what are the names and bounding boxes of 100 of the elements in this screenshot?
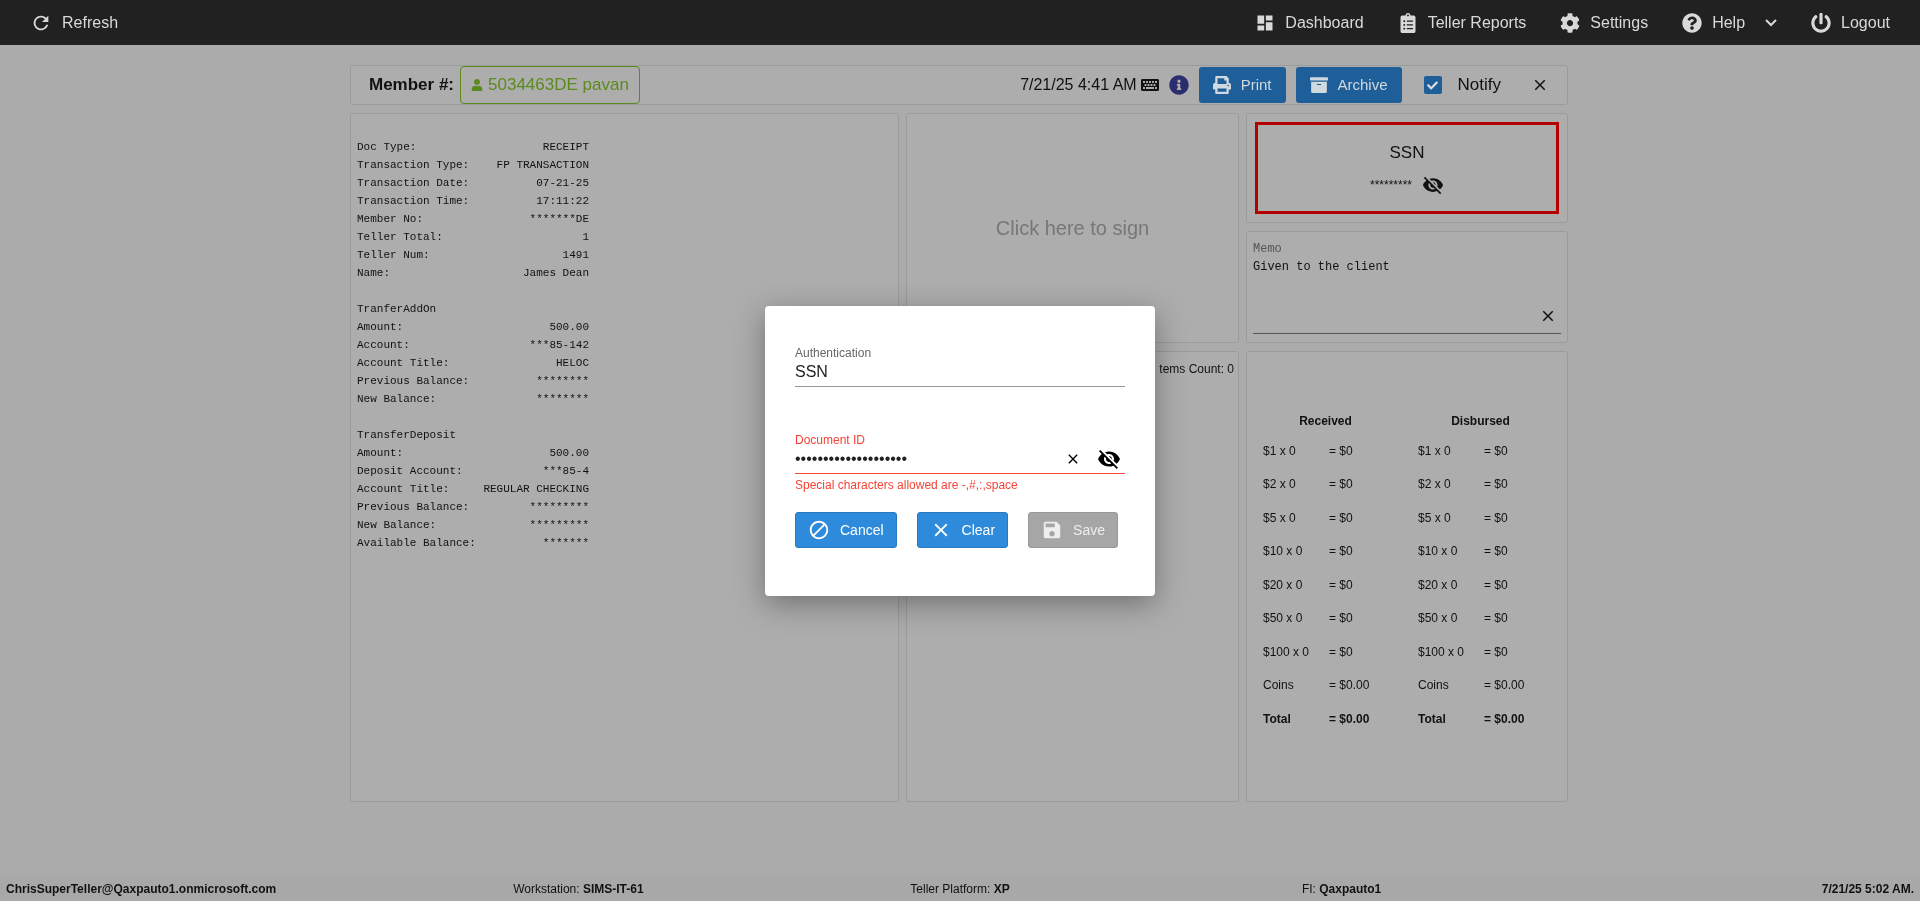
denomination-value: = $0.00 (1484, 677, 1525, 695)
status-text: ChrisSuperTeller@Qaxpauto1.onmicrosoft.com (6, 881, 277, 898)
denomination-label: $5 x 0 (1263, 509, 1297, 527)
ssn-title: SSN (1389, 142, 1425, 165)
denomination-value: = $0 (1484, 476, 1508, 494)
receipt-label: Teller Total: (357, 230, 443, 245)
denomination-value: = $0 (1329, 543, 1353, 561)
receipt-label: Amount: (357, 320, 404, 335)
denomination-label: $50 x 0 (1263, 610, 1304, 628)
receipt-label: Account Title: (357, 482, 450, 497)
field-value: •••••••••••••••••••• (795, 449, 909, 469)
receipt-label: Transaction Type: (357, 158, 470, 173)
receipt-value: 500.00 (549, 320, 589, 335)
denomination-value: = $0 (1484, 442, 1508, 460)
eye-off-icon[interactable] (1097, 447, 1121, 471)
nav-item[interactable]: Dashboard (1255, 10, 1364, 35)
dialog-field[interactable]: Document ID •••••••••••••••••••• (795, 431, 1125, 474)
receipt-value: ******* (542, 536, 589, 551)
receipt-label: New Balance: (357, 518, 437, 533)
memo-field[interactable]: Memo Given to the client (1253, 240, 1561, 334)
receipt-value: ***85-142 (529, 338, 589, 353)
items-count: tems Count: 0 (1159, 361, 1234, 378)
status-text: FI: Qaxpauto1 (1301, 881, 1382, 898)
receipt-label: Account Title: (357, 356, 450, 371)
denomination-value: = $0 (1329, 610, 1353, 628)
column-heading: Disbursed (1451, 413, 1510, 430)
receipt-heading: TransferDeposit (357, 428, 458, 443)
memo-label: Memo (1253, 241, 1283, 258)
column-heading: Received (1299, 413, 1352, 430)
denomination-label: $5 x 0 (1418, 509, 1452, 527)
info-icon[interactable] (1168, 75, 1189, 95)
receipt-heading: TranferAddOn (357, 302, 438, 317)
status-text: Workstation: SIMS-IT-61 (513, 881, 644, 898)
receipt-value: REGULAR CHECKING (483, 482, 589, 497)
receipt-value: ********* (529, 500, 589, 515)
denomination-label: $1 x 0 (1418, 442, 1452, 460)
nav-item[interactable]: Logout (1811, 10, 1890, 35)
denomination-label: Coins (1418, 677, 1450, 695)
keyboard-icon[interactable] (1140, 76, 1159, 94)
denomination-value: = $0 (1484, 610, 1508, 628)
status-text: 7/21/25 5:02 AM. (1821, 881, 1914, 898)
receipt-label: Doc Type: (357, 140, 417, 155)
cancel-icon (808, 519, 830, 541)
receipt-value: HELOC (556, 356, 589, 371)
denomination-label: $100 x 0 (1263, 643, 1311, 661)
user-icon (471, 79, 484, 91)
field-value: SSN (795, 362, 829, 382)
denomination-value: = $0 (1484, 509, 1508, 527)
nav-item[interactable]: Settings (1560, 10, 1649, 35)
status-text: Teller Platform: XP (910, 881, 1010, 898)
denomination-label: $10 x 0 (1263, 543, 1304, 561)
receipt-label: Amount: (357, 446, 404, 461)
denomination-value: = $0 (1329, 442, 1353, 460)
denomination-value: = $0 (1329, 509, 1353, 527)
notify-label: Notify (1457, 74, 1501, 97)
receipt-value: RECEIPT (542, 140, 589, 155)
receipt-label: Member No: (357, 212, 423, 227)
dialog-button[interactable]: Clear (916, 512, 1009, 548)
receipt-label: Account: (357, 338, 410, 353)
receipt-value: 07-21-25 (536, 176, 589, 191)
dialog-button[interactable]: Cancel (795, 512, 897, 548)
field-label: Document ID (795, 432, 867, 449)
receipt-label: Transaction Date: (357, 176, 470, 191)
denomination-value: = $0 (1329, 643, 1353, 661)
receipt-value: ******** (536, 392, 589, 407)
printer-icon (1212, 76, 1231, 94)
dialog-field[interactable]: Authentication SSN (795, 344, 1125, 387)
receipt-label: New Balance: (357, 392, 437, 407)
archive-icon (1309, 76, 1328, 94)
denomination-label: $10 x 0 (1418, 543, 1459, 561)
member-label: Member #: (369, 74, 455, 97)
denomination-label: $50 x 0 (1418, 610, 1459, 628)
denomination-value: = $0.00 (1484, 710, 1525, 728)
receipt-value: ********* (529, 518, 589, 533)
denomination-value: = $0.00 (1329, 677, 1370, 695)
denomination-label: $20 x 0 (1263, 576, 1304, 594)
receipt-label: Name: (357, 266, 390, 281)
denomination-value: = $0 (1484, 643, 1508, 661)
denomination-label: $2 x 0 (1418, 476, 1452, 494)
denomination-label: Total (1263, 710, 1292, 728)
receipt-label: Teller Num: (357, 248, 430, 263)
receipt-value: 17:11:22 (536, 194, 589, 209)
receipt-value: 1 (582, 230, 589, 245)
nav-item[interactable]: Help (1682, 10, 1778, 35)
header-button[interactable]: Archive (1295, 67, 1402, 103)
denomination-label: Coins (1263, 677, 1295, 695)
notify-checkbox[interactable] (1423, 76, 1442, 94)
receipt-value: 1491 (562, 248, 589, 263)
refresh-button[interactable]: Refresh (30, 10, 119, 35)
receipt-label: Deposit Account: (357, 464, 463, 479)
field-label: Authentication (795, 345, 873, 362)
receipt-label: Transaction Time: (357, 194, 470, 209)
receipt-label: Previous Balance: (357, 500, 470, 515)
settings-icon (1560, 12, 1581, 33)
denomination-value: = $0 (1484, 576, 1508, 594)
denomination-value: = $0 (1329, 576, 1353, 594)
receipt-value: *******DE (529, 212, 589, 227)
header-button[interactable]: Print (1198, 67, 1286, 103)
receipt-value: ******** (536, 374, 589, 389)
nav-item[interactable]: Teller Reports (1397, 10, 1527, 35)
